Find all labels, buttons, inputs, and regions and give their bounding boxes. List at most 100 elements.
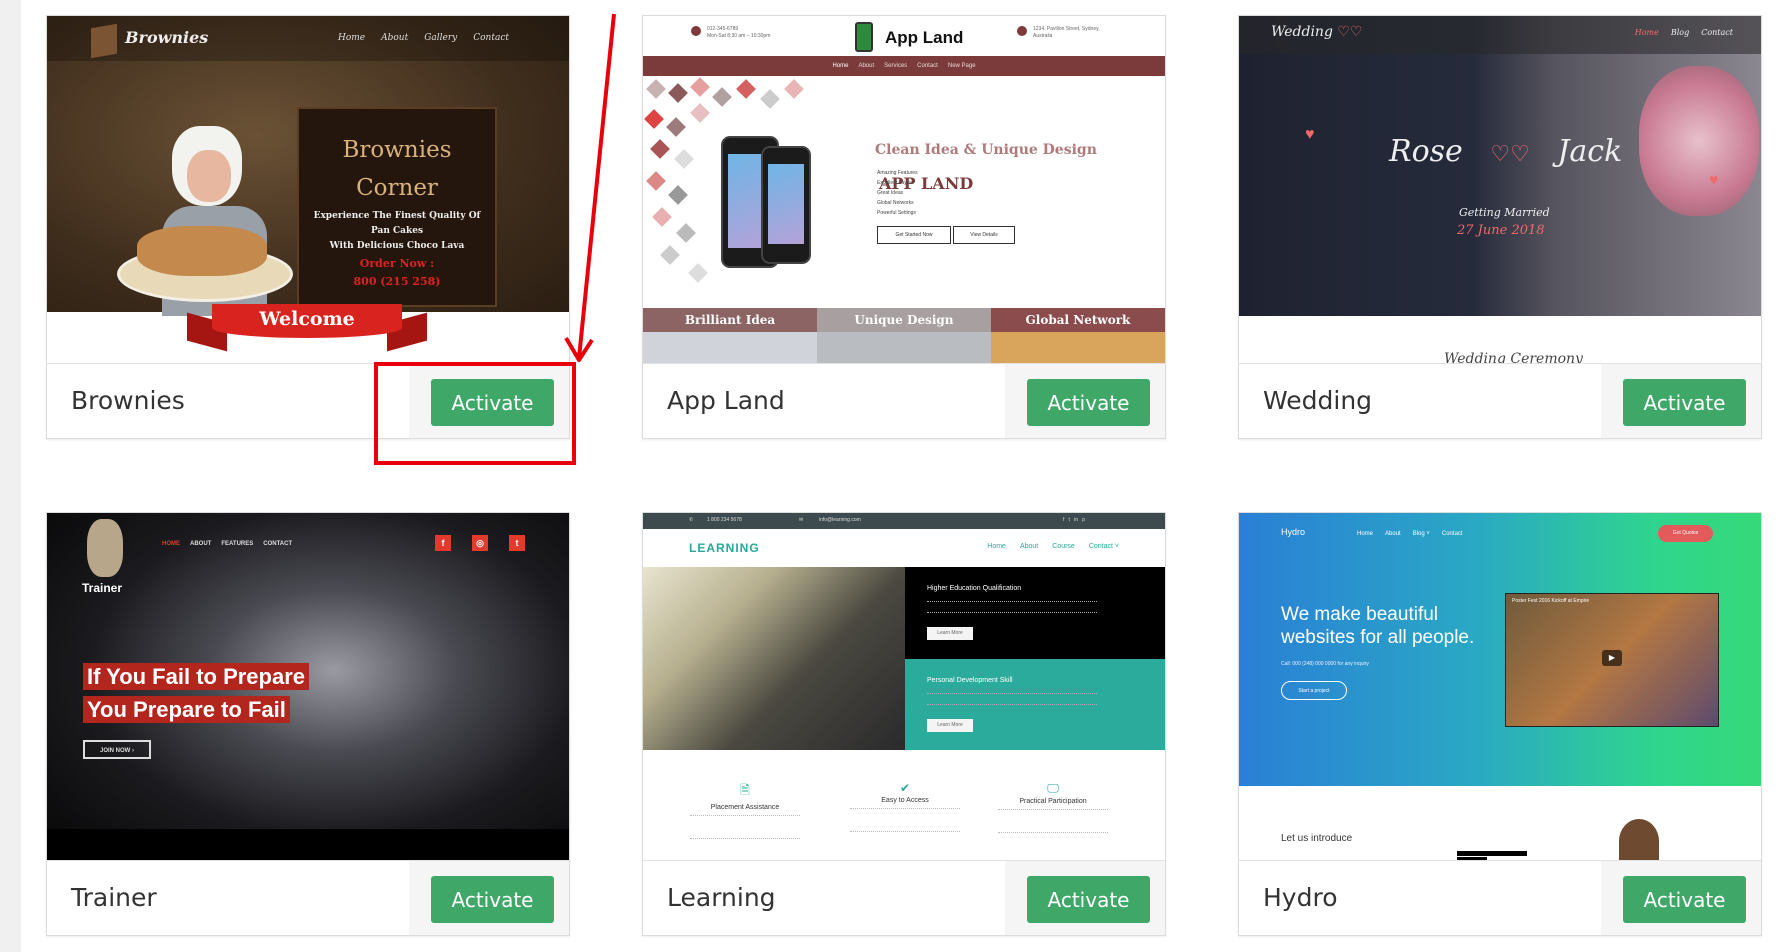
bouquet-image <box>1639 66 1759 216</box>
check-icon: ✔ <box>899 781 911 795</box>
brownies-tagline: With Delicious Choco Lava <box>329 241 465 251</box>
learning-email: info@learning.com <box>819 517 861 523</box>
theme-name: Learning <box>667 883 776 912</box>
app-contact-left: 012-345-6789 Mon-Sat 8:30 am – 10:30pm <box>707 26 770 40</box>
document-icon: 🗎 <box>740 783 750 797</box>
theme-name: Trainer <box>71 883 157 912</box>
twitter-icon: t <box>509 535 525 551</box>
get-quotes-button: Get Quotes <box>1658 525 1713 542</box>
hydro-brand: Hydro <box>1281 527 1306 537</box>
wedding-nav-item: Contact <box>1701 28 1733 37</box>
brownies-brand: Brownies <box>125 28 209 47</box>
trainer-nav-item: FEATURES <box>221 541 254 547</box>
monitor-icon: 🖵 <box>1047 781 1059 795</box>
view-details-button: View Details <box>953 226 1015 244</box>
learn-more-button: Learn More <box>927 719 973 732</box>
theme-card-footer: Hydro Activate <box>1239 860 1761 935</box>
brownies-menu: Home About Gallery Contact <box>338 33 509 43</box>
contact-phone: 012-345-6789 <box>707 26 739 32</box>
theme-actions: Activate <box>1601 861 1761 935</box>
play-icon: ▶ <box>1602 650 1622 666</box>
app-block: Unique Design <box>816 308 991 366</box>
theme-preview-brownies[interactable]: Brownies Home About Gallery Contact Brow… <box>47 16 569 366</box>
brownies-nav-item: About <box>381 33 409 43</box>
couple-names: Rose ♡♡ Jack <box>1389 134 1622 169</box>
app-feature: Excellent Layout <box>877 180 914 186</box>
theme-preview-trainer[interactable]: Trainer HOME ABOUT FEATURES CONTACT f ◎ … <box>47 513 569 863</box>
wedding-brand-text: Wedding <box>1271 24 1333 40</box>
trainer-nav-item: HOME <box>162 541 180 547</box>
app-block-label: Unique Design <box>816 308 991 332</box>
trainer-nav-item: CONTACT <box>263 541 293 547</box>
video-title: Poster Fest 2016 Kickoff at Empire <box>1512 598 1590 604</box>
app-feature: Great Ideas <box>877 190 904 196</box>
app-nav-item: About <box>858 63 875 69</box>
app-feature-list: Amazing Features Excellent Layout Great … <box>877 168 918 218</box>
theme-actions: Activate <box>1005 364 1165 438</box>
contact-country: Australia <box>1033 33 1053 39</box>
theme-preview-wedding[interactable]: Wedding ♡♡ Home Blog Contact ♥ ♥ Rose ♡♡… <box>1239 16 1761 366</box>
theme-card-hydro: Hydro Home About Blog ˅ Contact Get Quot… <box>1238 512 1762 936</box>
brownies-nav-item: Contact <box>473 33 509 43</box>
brownies-logo-icon <box>91 23 117 59</box>
wedding-brand: Wedding ♡♡ <box>1271 24 1362 40</box>
learning-phone: 1 800 234 5678 <box>707 517 742 523</box>
trainer-join-button: JOIN NOW › <box>83 740 151 759</box>
theme-card-learning: ✆ 1 800 234 5678 ✉ info@learning.com f t… <box>642 512 1166 936</box>
video-embed: Poster Fest 2016 Kickoff at Empire ▶ <box>1505 593 1719 727</box>
trainer-brand: Trainer <box>82 581 123 595</box>
brownies-phone: 800 (215 258) <box>353 275 441 288</box>
hydro-menu: Home About Blog ˅ Contact <box>1357 531 1463 537</box>
wedding-date: 27 June 2018 <box>1457 223 1545 238</box>
wedding-navbar: Wedding ♡♡ Home Blog Contact <box>1239 16 1761 54</box>
contact-address: 1234, Pavilion Street, Sydney, <box>1033 26 1100 32</box>
learning-feature: ✔ Easy to Access <box>835 781 975 832</box>
brownies-navbar: Brownies Home About Gallery Contact <box>47 16 569 61</box>
heart-icon: ♥ <box>1709 172 1719 189</box>
feature-title: Placement Assistance <box>710 804 780 811</box>
activate-button-hydro[interactable]: Activate <box>1623 876 1746 923</box>
learn-more-button: Learn More <box>927 627 973 640</box>
brownies-order-label: Order Now : <box>359 257 435 270</box>
app-block-label: Brilliant Idea <box>643 308 817 332</box>
app-land-brand: App Land <box>885 28 964 47</box>
instagram-icon: ◎ <box>472 535 488 551</box>
wedding-nav-item: Blog <box>1670 28 1690 37</box>
theme-preview-app-land[interactable]: 012-345-6789 Mon-Sat 8:30 am – 10:30pm A… <box>643 16 1165 366</box>
learning-feature: 🗎 Placement Assistance <box>675 781 815 839</box>
hearts-icon: ♡♡ <box>1337 24 1363 40</box>
wedding-subtitle: Getting Married <box>1459 206 1550 219</box>
learning-nav-item: About <box>1019 543 1039 550</box>
phone-icon <box>691 26 701 36</box>
heart-icon: ♥ <box>1305 126 1315 143</box>
app-nav-item: Home <box>832 63 849 69</box>
app-land-topbar: 012-345-6789 Mon-Sat 8:30 am – 10:30pm A… <box>643 16 1165 56</box>
groom-name: Jack <box>1557 134 1623 169</box>
app-feature: Global Networks <box>877 200 914 206</box>
learning-navbar: LEARNING Home About Course Contact ˅ <box>643 529 1165 567</box>
app-block-label: Global Network <box>990 308 1165 332</box>
students-photo <box>643 567 905 750</box>
trainer-nav-item: ABOUT <box>190 541 212 547</box>
wedding-menu: Home Blog Contact <box>1635 28 1733 37</box>
brownies-tagline: Pan Cakes <box>370 226 424 236</box>
start-project-button: Start a project <box>1281 681 1347 700</box>
feature-title: Easy to Access <box>881 797 929 804</box>
theme-name: Wedding <box>1263 386 1373 415</box>
activate-button-trainer[interactable]: Activate <box>431 876 554 923</box>
theme-preview-learning[interactable]: ✆ 1 800 234 5678 ✉ info@learning.com f t… <box>643 513 1165 863</box>
trainer-bottom-band <box>47 829 569 863</box>
hydro-nav-item: Home <box>1357 531 1374 537</box>
theme-card-footer: Wedding Activate <box>1239 363 1761 438</box>
hearts-icon: ♡♡ <box>1490 142 1530 167</box>
activate-button-learning[interactable]: Activate <box>1027 876 1150 923</box>
hydro-nav-item: Contact <box>1441 531 1463 537</box>
theme-preview-hydro[interactable]: Hydro Home About Blog ˅ Contact Get Quot… <box>1239 513 1761 863</box>
theme-card-wedding: Wedding ♡♡ Home Blog Contact ♥ ♥ Rose ♡♡… <box>1238 15 1762 439</box>
app-nav-item: New Page <box>947 63 976 69</box>
activate-button-wedding[interactable]: Activate <box>1623 379 1746 426</box>
learning-block-1: Higher Education Qualification Learn Mor… <box>905 567 1165 659</box>
learning-feature: 🖵 Practical Participation <box>983 781 1123 833</box>
block-text <box>927 601 1097 613</box>
activate-button-app-land[interactable]: Activate <box>1027 379 1150 426</box>
